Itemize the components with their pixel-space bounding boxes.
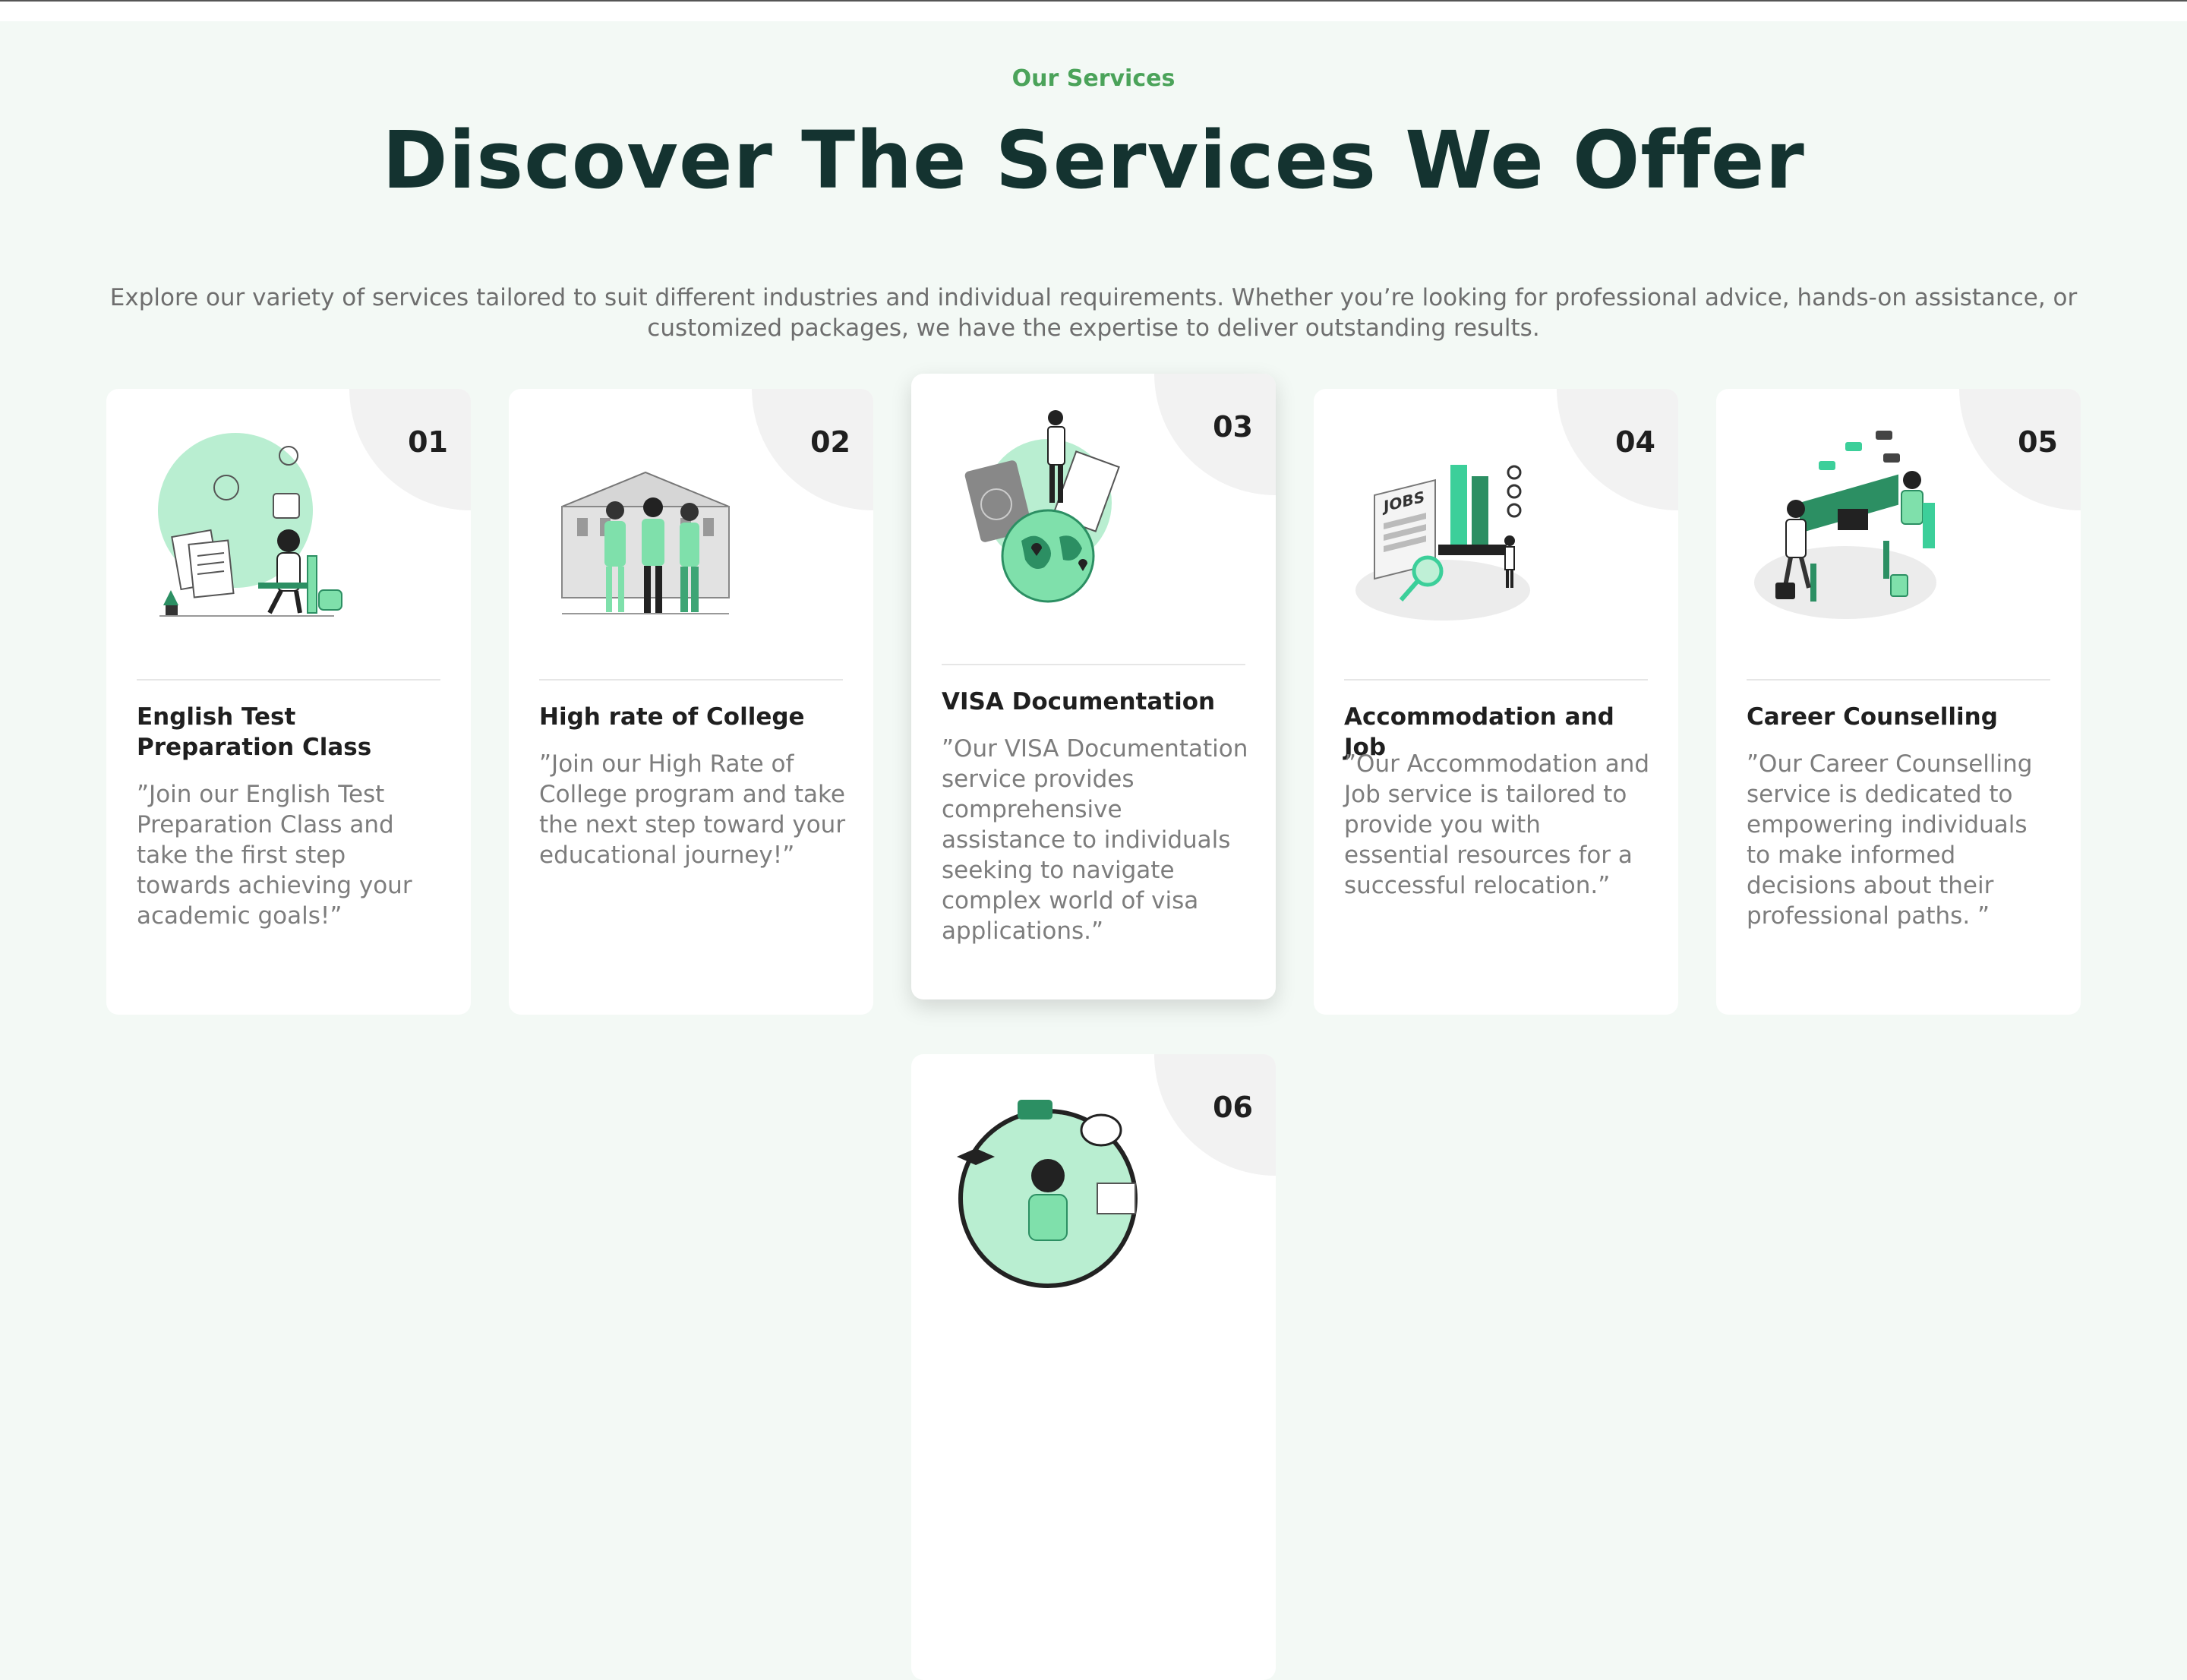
top-band (0, 2, 2187, 21)
card-title: VISA Documentation (942, 688, 1216, 715)
service-card-4[interactable]: 04 JOBS Accommodation and Job ”Our Accom… (1314, 389, 1678, 1015)
card-number: 03 (1213, 410, 1253, 444)
service-card-3[interactable]: 03 VISA Documentation ”Our VISA Document… (911, 374, 1276, 999)
service-card-5[interactable]: 05 Career Counselling ”Our Career Counse… (1716, 389, 2081, 1015)
student-studying-illustration (158, 433, 342, 617)
service-card-1[interactable]: 01 English Test Preparation Class ”Join … (106, 389, 471, 1015)
students-college-illustration (561, 471, 730, 614)
section-eyebrow: Our Services (1011, 65, 1176, 92)
card-divider (942, 664, 1245, 665)
section-description: Explore our variety of services tailored… (109, 284, 2078, 342)
card-number: 02 (810, 425, 850, 459)
visa-globe-illustration (964, 410, 1120, 603)
card-text: ”Join our High Rate of College program a… (539, 750, 846, 869)
card-divider (1747, 679, 2050, 681)
card-number: 01 (408, 425, 448, 459)
card-text: ”Our Career Counselling service is dedic… (1747, 750, 2033, 930)
card-text: ”Our Accommodation and Job service is ta… (1344, 750, 1650, 899)
card-title: English Test Preparation Class (137, 703, 372, 761)
card-divider (539, 679, 843, 681)
section-title: Discover The Services We Offer (382, 114, 1805, 207)
card-number: 04 (1615, 425, 1655, 459)
career-meeting-illustration (1754, 431, 1936, 619)
card-number: 06 (1213, 1091, 1253, 1124)
service-card-2[interactable]: 02 High rate of College ”Join our High R… (509, 389, 873, 1015)
card-divider (1344, 679, 1648, 681)
card-text: ”Our VISA Documentation service provides… (942, 735, 1248, 945)
jobs-newspaper-illustration: JOBS (1355, 465, 1530, 621)
card-number: 05 (2018, 425, 2058, 459)
finance-person-illustration (957, 1100, 1138, 1288)
card-divider (137, 679, 440, 681)
card-title: High rate of College (539, 703, 805, 731)
card-text: ”Join our English Test Preparation Class… (137, 781, 412, 930)
service-card-6[interactable]: 06 (911, 1054, 1276, 1680)
card-title: Career Counselling (1747, 703, 1998, 731)
